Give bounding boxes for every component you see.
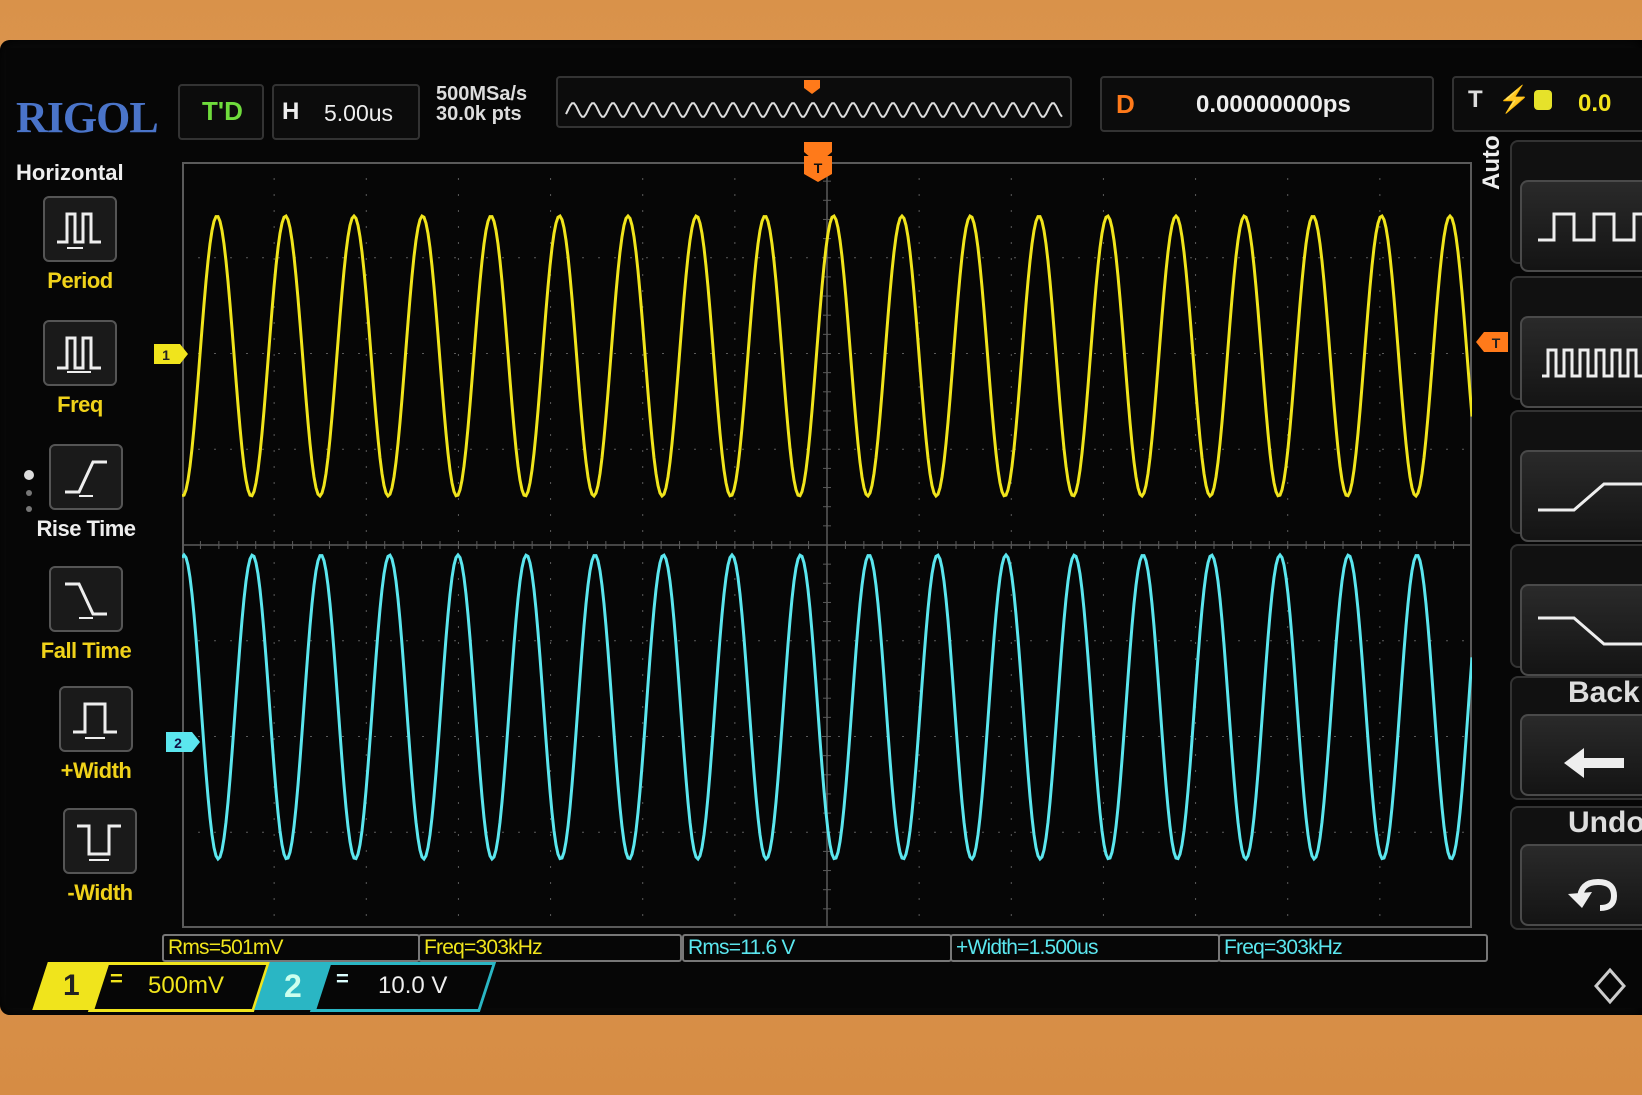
delay-value: 0.00000000ps — [1196, 91, 1351, 118]
horizontal-label: H — [282, 98, 300, 125]
menu-item-rise-time[interactable]: Rise Time — [26, 444, 146, 542]
trigger-marker-label: T — [814, 160, 823, 176]
menu-item-period[interactable]: Period — [20, 196, 140, 294]
channel-1-offset-marker[interactable]: 1 — [154, 342, 190, 366]
trigger-level: 0.0 — [1578, 90, 1612, 117]
period-icon — [43, 196, 117, 262]
trigger-readout[interactable]: T ⚡ 0.0 — [1452, 76, 1642, 132]
memory-trigger-marker — [804, 80, 820, 94]
back-button[interactable] — [1520, 714, 1642, 796]
delay-readout[interactable]: D 0.00000000ps — [1100, 76, 1434, 132]
memory-overview-waveform — [565, 80, 1063, 118]
back-label: Back — [1568, 676, 1640, 709]
measurement-2[interactable]: Freq=303kHz — [418, 934, 682, 962]
brand-logo: RIGOL — [16, 93, 159, 142]
menu-item-label: +Width — [60, 758, 132, 783]
positive-width-icon — [59, 686, 133, 752]
channel-1-marker-label: 1 — [162, 347, 170, 363]
trigger-status: T'D — [178, 84, 264, 140]
menu-item-label: -Width — [67, 880, 133, 905]
menu-item-label: Freq — [57, 392, 103, 417]
horizontal-timebase[interactable]: H 5.00us — [272, 84, 420, 140]
pulse-train-icon — [1542, 348, 1642, 378]
menu-item-negative-width[interactable]: -Width — [40, 808, 160, 906]
menu-item-freq[interactable]: Freq — [20, 320, 140, 418]
menu-title: Horizontal — [16, 160, 124, 185]
navigation-icon[interactable] — [1590, 966, 1630, 1006]
measurement-5[interactable]: Freq=303kHz — [1218, 934, 1488, 962]
menu-scroll-indicator — [24, 470, 34, 530]
undo-button[interactable] — [1520, 844, 1642, 926]
back-arrow-icon — [1564, 748, 1624, 778]
undo-label: Undo — [1568, 806, 1642, 839]
memory-depth: 30.0k pts — [436, 103, 522, 125]
delay-label: D — [1116, 89, 1135, 119]
channel-1-scale: 500mV — [148, 972, 225, 999]
measurement-4[interactable]: +Width=1.500us — [950, 934, 1220, 962]
measurement-1[interactable]: Rms=501mV — [162, 934, 420, 962]
rise-time-quick-button[interactable] — [1520, 450, 1642, 542]
trigger-level-marker[interactable]: T — [1474, 330, 1510, 354]
channel-1-number: 1 — [62, 969, 80, 1002]
period-quick-button[interactable] — [1520, 180, 1642, 272]
falling-ramp-icon — [1538, 616, 1642, 646]
sample-rate: 500MSa/s — [436, 83, 528, 105]
channel-2-scale: 10.0 V — [378, 972, 448, 999]
channel-2-coupling-icon: = — [336, 966, 349, 991]
negative-width-icon — [63, 808, 137, 874]
undo-icon — [1568, 878, 1618, 911]
trigger-source-icon — [1534, 90, 1552, 110]
trigger-level-marker-label: T — [1492, 335, 1501, 351]
square-wave-icon — [1538, 212, 1642, 242]
freq-quick-button[interactable] — [1520, 316, 1642, 408]
timebase-value: 5.00us — [324, 100, 394, 126]
waveform-display[interactable] — [182, 162, 1472, 928]
menu-item-label: Fall Time — [40, 638, 132, 663]
menu-item-label: Period — [47, 268, 113, 293]
rising-edge-icon: ⚡ — [1498, 84, 1531, 114]
rise-time-icon — [49, 444, 123, 510]
channel-2-marker-label: 2 — [174, 735, 182, 751]
trigger-label: T — [1468, 86, 1483, 113]
trigger-position-marker[interactable]: T — [802, 140, 834, 184]
rising-ramp-icon — [1538, 482, 1642, 512]
channel-2-number: 2 — [284, 968, 302, 1004]
fall-time-quick-button[interactable] — [1520, 584, 1642, 676]
channel-2-offset-marker[interactable]: 2 — [166, 730, 202, 754]
channel-1-coupling-icon: = — [110, 966, 123, 991]
menu-item-label: Rise Time — [36, 516, 136, 541]
fall-time-icon — [49, 566, 123, 632]
memory-overview[interactable] — [556, 76, 1072, 128]
auto-label: Auto — [1478, 135, 1505, 190]
menu-item-positive-width[interactable]: +Width — [36, 686, 156, 784]
trigger-status-label: T'D — [202, 96, 243, 126]
frequency-icon — [43, 320, 117, 386]
measurement-3[interactable]: Rms=11.6 V — [682, 934, 952, 962]
menu-item-fall-time[interactable]: Fall Time — [26, 566, 146, 664]
acquisition-info: 500MSa/s 30.0k pts — [436, 84, 527, 124]
